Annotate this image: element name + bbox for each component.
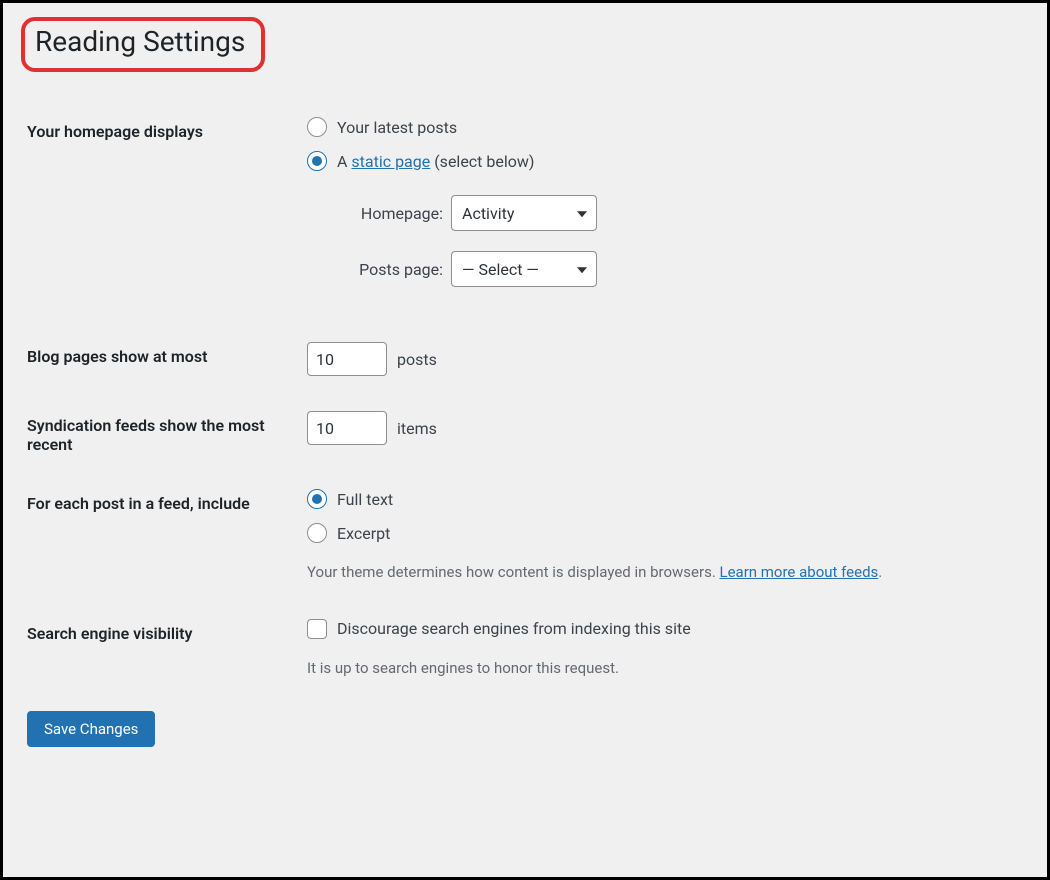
blog-pages-input[interactable] [307,342,387,376]
save-button[interactable]: Save Changes [27,711,155,747]
homepage-select-label: Homepage: [337,204,443,223]
blog-pages-label: Blog pages show at most [27,327,307,396]
radio-latest-posts-label: Your latest posts [337,118,457,137]
title-highlight: Reading Settings [21,17,265,72]
search-visibility-label: Search engine visibility [27,604,307,700]
feed-content-label: For each post in a feed, include [27,474,307,604]
feed-description: Your theme determines how content is dis… [307,561,1013,584]
page-title: Reading Settings [35,25,245,58]
discourage-search-checkbox[interactable] [307,619,327,639]
static-page-link[interactable]: static page [351,152,430,171]
syndication-label: Syndication feeds show the most recent [27,396,307,474]
posts-page-select-label: Posts page: [337,260,443,279]
radio-excerpt-label: Excerpt [337,524,390,543]
discourage-search-label: Discourage search engines from indexing … [337,619,691,638]
homepage-select[interactable]: Activity [451,195,597,231]
syndication-input[interactable] [307,411,387,445]
search-visibility-description: It is up to search engines to honor this… [307,657,1013,680]
learn-more-feeds-link[interactable]: Learn more about feeds [720,563,879,581]
syndication-suffix: items [397,419,437,438]
radio-latest-posts[interactable] [307,117,327,137]
radio-full-text[interactable] [307,489,327,509]
radio-full-text-label: Full text [337,490,393,509]
posts-page-select[interactable]: — Select — [451,251,597,287]
homepage-displays-label: Your homepage displays [27,102,307,327]
radio-excerpt[interactable] [307,523,327,543]
blog-pages-suffix: posts [397,350,437,369]
radio-static-page[interactable] [307,151,327,171]
radio-static-page-label: A static page (select below) [337,152,534,171]
